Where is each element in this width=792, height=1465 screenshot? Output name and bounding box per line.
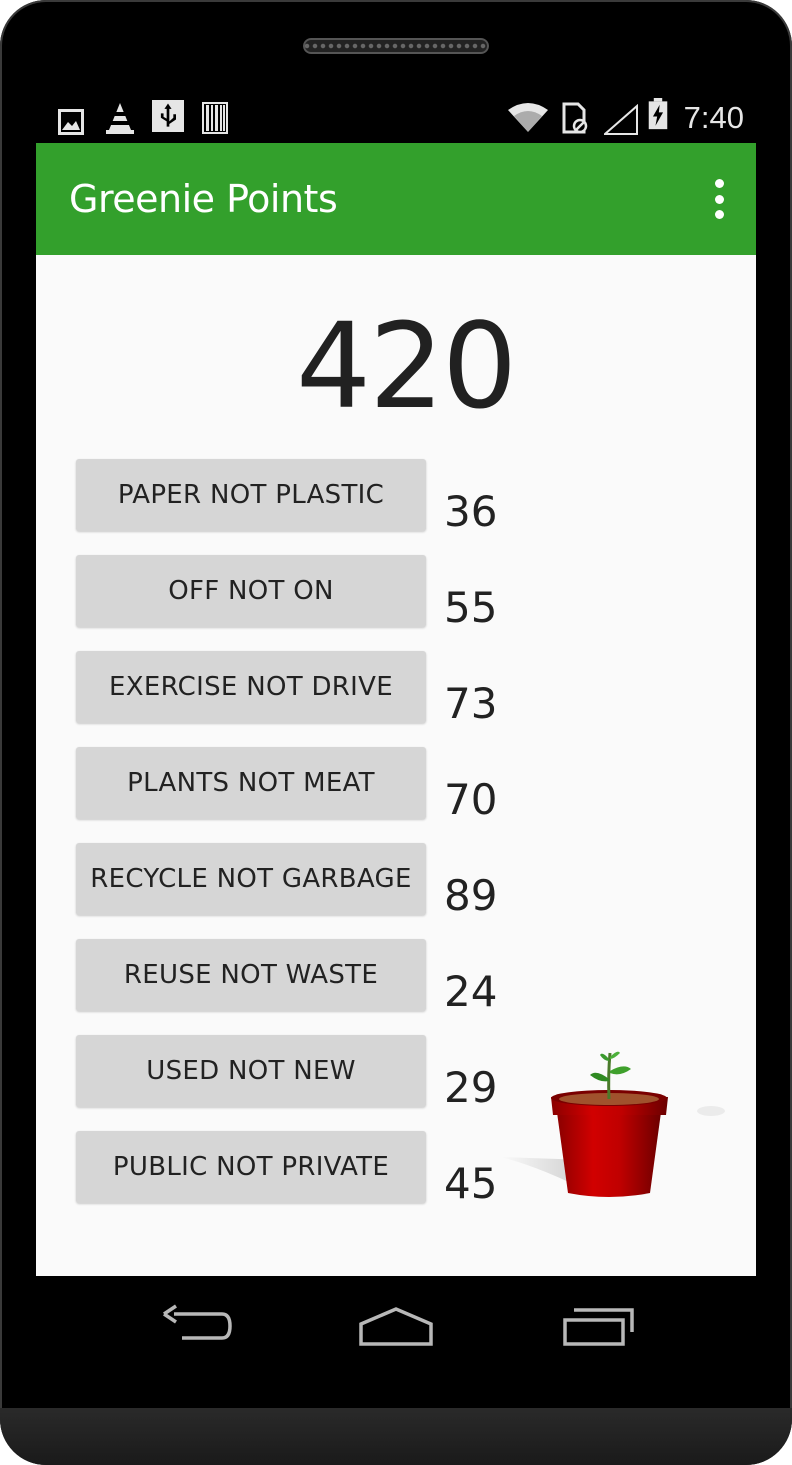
app-bar: Greenie Points bbox=[36, 143, 756, 255]
used-not-new-button[interactable]: USED NOT NEW bbox=[76, 1035, 426, 1107]
action-points: 89 bbox=[444, 871, 498, 920]
action-points: 73 bbox=[444, 679, 498, 728]
main-content: 420 PAPER NOT PLASTIC 36 OFF NOT ON 55 E… bbox=[36, 255, 756, 1276]
action-points: 45 bbox=[444, 1159, 498, 1208]
action-list: PAPER NOT PLASTIC 36 OFF NOT ON 55 EXERC… bbox=[76, 459, 536, 1227]
battery-charging-icon bbox=[648, 98, 668, 130]
action-row: PUBLIC NOT PRIVATE 45 bbox=[76, 1131, 536, 1208]
paper-not-plastic-button[interactable]: PAPER NOT PLASTIC bbox=[76, 459, 426, 531]
overflow-menu-icon[interactable] bbox=[712, 179, 726, 219]
system-nav-bar bbox=[36, 1276, 756, 1408]
back-icon[interactable] bbox=[160, 1304, 232, 1348]
action-points: 29 bbox=[444, 1063, 498, 1112]
recent-apps-icon[interactable] bbox=[562, 1304, 636, 1348]
total-points: 420 bbox=[296, 297, 517, 435]
menu-dot bbox=[714, 179, 724, 188]
action-points: 70 bbox=[444, 775, 498, 824]
vlc-cone-icon bbox=[106, 103, 134, 134]
plants-not-meat-button[interactable]: PLANTS NOT MEAT bbox=[76, 747, 426, 819]
usb-icon bbox=[152, 100, 184, 132]
action-row: RECYCLE NOT GARBAGE 89 bbox=[76, 843, 536, 920]
action-row: USED NOT NEW 29 bbox=[76, 1035, 536, 1112]
menu-dot bbox=[714, 194, 724, 204]
sim-icon bbox=[562, 102, 588, 134]
speaker-grille bbox=[303, 38, 489, 54]
action-row: REUSE NOT WASTE 24 bbox=[76, 939, 536, 1016]
recycle-not-garbage-button[interactable]: RECYCLE NOT GARBAGE bbox=[76, 843, 426, 915]
reuse-not-waste-button[interactable]: REUSE NOT WASTE bbox=[76, 939, 426, 1011]
wifi-icon bbox=[508, 103, 548, 132]
menu-dot bbox=[714, 210, 724, 219]
exercise-not-drive-button[interactable]: EXERCISE NOT DRIVE bbox=[76, 651, 426, 723]
image-icon bbox=[58, 109, 84, 135]
off-not-on-button[interactable]: OFF NOT ON bbox=[76, 555, 426, 627]
public-not-private-button[interactable]: PUBLIC NOT PRIVATE bbox=[76, 1131, 426, 1203]
action-row: PLANTS NOT MEAT 70 bbox=[76, 747, 536, 824]
action-row: OFF NOT ON 55 bbox=[76, 555, 536, 632]
status-time: 7:40 bbox=[683, 100, 744, 135]
home-icon[interactable] bbox=[358, 1304, 434, 1348]
action-row: PAPER NOT PLASTIC 36 bbox=[76, 459, 536, 536]
potted-seedling-image bbox=[500, 1051, 725, 1197]
barcode-icon bbox=[202, 102, 228, 134]
action-row: EXERCISE NOT DRIVE 73 bbox=[76, 651, 536, 728]
status-bar: 7:40 bbox=[36, 96, 756, 142]
phone-frame: 7:40 Greenie Points 420 PAPER NOT PLASTI… bbox=[0, 0, 792, 1465]
signal-icon bbox=[604, 104, 638, 135]
action-points: 55 bbox=[444, 583, 498, 632]
action-points: 36 bbox=[444, 487, 498, 536]
app-title: Greenie Points bbox=[69, 177, 338, 221]
phone-chin bbox=[0, 1408, 792, 1465]
action-points: 24 bbox=[444, 967, 498, 1016]
